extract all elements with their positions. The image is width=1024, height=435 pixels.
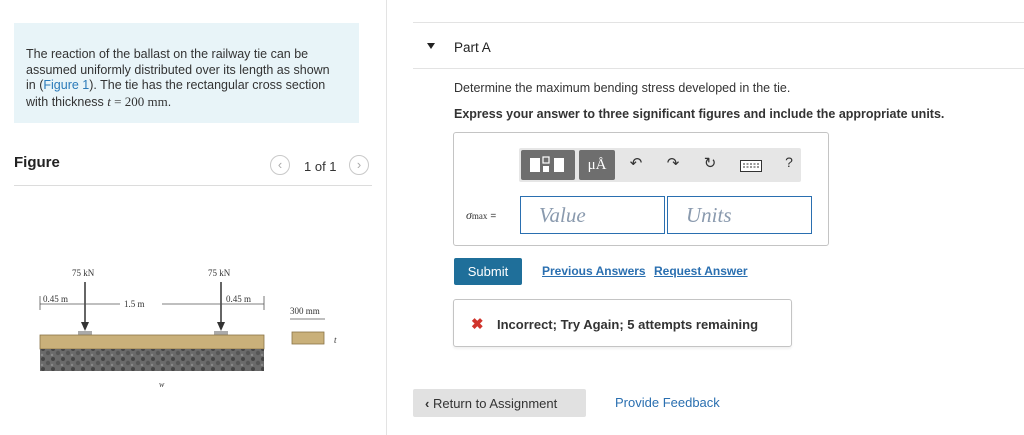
keyboard-icon[interactable] [740,160,762,172]
help-icon[interactable]: ? [778,154,800,170]
variable-subscript: max [471,211,488,221]
redo-icon[interactable]: ↷ [662,154,684,172]
request-answer-link[interactable]: Request Answer [654,264,748,278]
width-label: 300 mm [290,306,320,316]
load-arrow-left [81,282,89,331]
load-right-label: 75 kN [208,268,231,278]
intro-text: ). The tie has the rectangular cross sec… [89,78,326,92]
caret-down-icon[interactable] [427,43,435,49]
return-label: Return to Assignment [432,395,558,411]
load-arrow-right [217,282,225,331]
intro-line-4: with thickness t = 200 mm. [26,94,347,111]
math-toolbar: μÅ ↶ ↷ ↻ ? [519,148,801,182]
dim-right-label: 0.45 m [226,294,251,304]
rail-plates [78,331,228,335]
railway-tie-figure: 75 kN 75 kN 0.45 m 1.5 m 0.45 m w 300 mm… [39,268,337,389]
part-divider [413,68,1024,69]
thickness-label: t [334,335,337,345]
tie-beam [39,334,265,350]
intro-text: in ( [26,78,44,92]
problem-intro: The reaction of the ballast on the railw… [14,23,359,123]
load-left-label: 75 kN [72,268,95,278]
distributed-load-label: w [159,380,165,389]
figure-link[interactable]: Figure 1 [43,78,89,92]
undo-icon[interactable]: ↶ [625,154,647,172]
part-title[interactable]: Part A [454,40,491,55]
chevron-right-icon: › [356,157,362,172]
figure-next-button[interactable]: › [349,155,369,175]
provide-feedback-link[interactable]: Provide Feedback [615,395,720,410]
intro-text: with thickness [26,94,108,109]
dim-left-label: 0.45 m [43,294,68,304]
x-icon: ✖ [471,316,484,333]
thickness-value: = 200 mm [110,93,168,109]
dim-mid-label: 1.5 m [124,299,145,309]
column-divider [386,0,387,435]
figure-prev-button[interactable]: ‹ [270,155,290,175]
header-divider [413,22,1024,23]
intro-line-3: in (Figure 1). The tie has the rectangul… [26,78,347,94]
intro-line-2: assumed uniformly distributed over its l… [26,62,330,77]
mu-angstrom-button[interactable]: μÅ [579,150,615,180]
equals-sign: = [490,211,497,222]
chevron-left-icon: ‹ [425,395,430,411]
templates-icon [530,156,564,172]
intro-text: . [167,94,172,109]
chevron-left-icon: ‹ [277,157,283,172]
question-text: Determine the maximum bending stress dev… [454,81,791,95]
return-to-assignment-button[interactable]: ‹ Return to Assignment [413,389,586,417]
previous-answers-link[interactable]: Previous Answers [542,264,646,278]
feedback-text: Incorrect; Try Again; 5 attempts remaini… [497,317,759,332]
figure-pager: 1 of 1 [304,159,337,174]
reset-icon[interactable]: ↻ [699,154,721,172]
ballast-layer [40,349,264,371]
templates-button[interactable] [521,150,575,180]
figure-title: Figure [14,154,60,171]
intro-line-1: The reaction of the ballast on the railw… [26,47,309,61]
value-input[interactable]: Value [520,196,665,234]
units-input[interactable]: Units [667,196,812,234]
instruction-text: Express your answer to three significant… [454,107,945,121]
variable-label: σmax = [466,208,496,223]
mu-angstrom-icon: μÅ [587,157,607,173]
cross-section [291,331,325,345]
submit-button[interactable]: Submit [454,258,522,285]
